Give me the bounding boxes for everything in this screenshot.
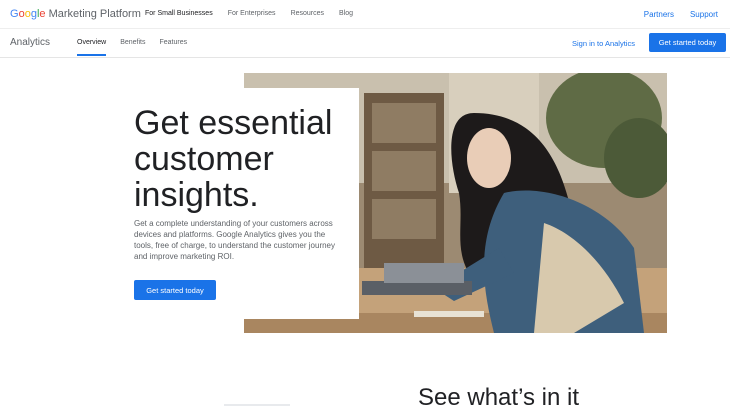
nav-resources[interactable]: Resources (291, 10, 324, 17)
section-heading: See what’s in it (418, 384, 579, 411)
top-navigation-bar: Google Marketing Platform For Small Busi… (0, 0, 730, 28)
divider (224, 404, 290, 406)
nav-small-businesses[interactable]: For Small Businesses (145, 10, 213, 17)
support-link[interactable]: Support (690, 10, 718, 19)
google-wordmark: Google (10, 8, 46, 20)
top-right-links: Partners Support (644, 10, 718, 19)
google-marketing-platform-logo[interactable]: Google Marketing Platform (10, 8, 141, 20)
tab-features[interactable]: Features (159, 39, 187, 46)
tab-benefits[interactable]: Benefits (120, 39, 145, 46)
tab-overview[interactable]: Overview (77, 39, 107, 56)
product-tabs: Overview Benefits Features (77, 39, 187, 56)
product-navigation-bar: Analytics Overview Benefits Features Sig… (0, 28, 730, 58)
hero-headline: Get essential customer insights. (134, 104, 333, 214)
get-started-button-header[interactable]: Get started today (649, 33, 726, 52)
nav-enterprises[interactable]: For Enterprises (228, 10, 276, 17)
hero-description: Get a complete understanding of your cus… (134, 219, 336, 261)
sign-in-link[interactable]: Sign in to Analytics (572, 39, 635, 48)
get-started-button-hero[interactable]: Get started today (134, 280, 216, 300)
product-title[interactable]: Analytics (10, 37, 50, 48)
partners-link[interactable]: Partners (644, 10, 674, 19)
platform-name: Marketing Platform (48, 8, 141, 20)
top-nav-links: For Small Businesses For Enterprises Res… (145, 10, 353, 17)
nav-blog[interactable]: Blog (339, 10, 353, 17)
